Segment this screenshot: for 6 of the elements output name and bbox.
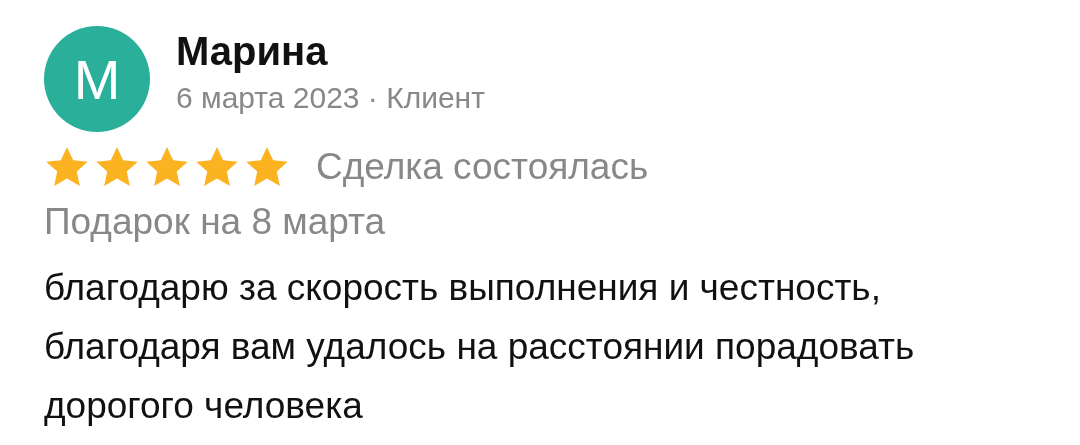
review-text: благодарю за скорость выполнения и честность, благодаря вам удалось на расстоянии порадовать дорогого человека — [44, 266, 916, 428]
avatar: М — [44, 26, 150, 132]
review-meta: 6 марта 2023 · Клиент — [176, 80, 485, 116]
review-subject: Подарок на 8 марта — [44, 200, 387, 244]
author-name: Марина — [176, 28, 329, 74]
deal-status: Сделка состоялась — [316, 145, 649, 189]
